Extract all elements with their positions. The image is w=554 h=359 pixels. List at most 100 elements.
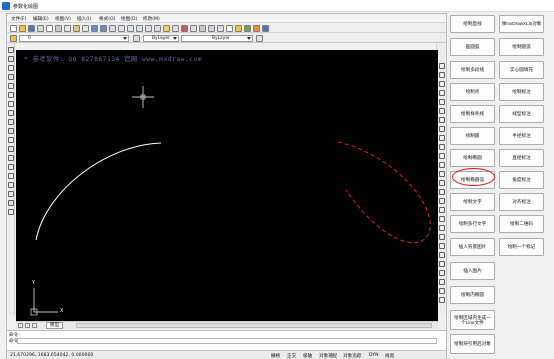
menu-modify[interactable]: 修改(M): [143, 16, 160, 22]
properties-icon[interactable]: [154, 24, 161, 32]
zoom-previous-icon[interactable]: [136, 24, 143, 32]
draw-ellipse-button[interactable]: 绘制椭圆: [450, 149, 495, 167]
move-icon[interactable]: [439, 108, 445, 114]
draw-arc-button[interactable]: 画圆弧: [450, 38, 495, 56]
rotate-icon[interactable]: [439, 117, 445, 123]
point-icon[interactable]: [8, 164, 14, 170]
layer-previous-icon[interactable]: [133, 34, 140, 42]
array-icon[interactable]: [439, 99, 445, 105]
erase-icon[interactable]: [439, 63, 445, 69]
zoom-extents-icon[interactable]: [145, 24, 152, 32]
draw-qrcode-button[interactable]: 绘制二维码: [499, 215, 544, 233]
extend-icon[interactable]: [439, 153, 445, 159]
status-grid[interactable]: 栅格: [271, 353, 280, 359]
draw-block-ref-button[interactable]: 绘制块引用后对象: [450, 334, 495, 354]
horizontal-scrollbar[interactable]: [76, 323, 432, 328]
join-icon[interactable]: [439, 171, 445, 177]
dim-edit-icon[interactable]: [439, 279, 445, 285]
red-dashed-ellipse-arc[interactable]: [337, 141, 431, 244]
help-icon[interactable]: [262, 24, 269, 32]
command-input[interactable]: [17, 338, 437, 344]
dim-style-icon[interactable]: [439, 288, 445, 294]
cut-icon[interactable]: [55, 24, 62, 32]
region-icon[interactable]: [8, 191, 14, 197]
diameter-dimension-button[interactable]: 直径标注: [499, 149, 544, 167]
draw-arc-2-button[interactable]: 绘制圆弧: [499, 38, 544, 56]
status-osnap[interactable]: 对象捕捉: [319, 353, 337, 359]
status-otrack[interactable]: 对象追踪: [343, 353, 361, 359]
preview-icon[interactable]: [46, 24, 53, 32]
draw-dimension-button[interactable]: 绘制标注: [499, 83, 544, 101]
aligned-dimension-button[interactable]: 对齐标注: [499, 193, 544, 211]
match-icon[interactable]: [82, 24, 89, 32]
solid-circle-fill-button[interactable]: 实心圆填充: [499, 61, 544, 79]
draw-mtext-button[interactable]: 绘制多行文字: [450, 215, 495, 233]
block-icon[interactable]: [244, 24, 251, 32]
white-arc[interactable]: [35, 142, 162, 241]
fillet-icon[interactable]: [439, 189, 445, 195]
mxdraw-object-button[interactable]: 弹mxDrawXLib对象: [499, 15, 544, 33]
ellipse-icon[interactable]: [8, 128, 14, 134]
circle-icon[interactable]: [8, 101, 14, 107]
draw-region-line-file-button[interactable]: 绘制区域内生成一个Line文件: [450, 310, 495, 330]
leader-icon[interactable]: [439, 252, 445, 258]
color-select[interactable]: ByLayer: [143, 34, 179, 42]
redo-icon[interactable]: [100, 24, 107, 32]
insert-image-button[interactable]: 插入图片: [450, 262, 495, 280]
named-views-icon[interactable]: [217, 24, 224, 32]
dim-aligned-icon[interactable]: [439, 216, 445, 222]
undo-icon[interactable]: [91, 24, 98, 32]
orbit-icon[interactable]: [208, 24, 215, 32]
insert-block-icon[interactable]: [8, 146, 14, 152]
make-block-icon[interactable]: [8, 155, 14, 161]
layer-manager-icon[interactable]: [10, 34, 17, 42]
multiline-text-icon[interactable]: [8, 209, 14, 215]
status-ortho[interactable]: 正交: [287, 353, 296, 359]
print-icon[interactable]: [37, 24, 44, 32]
draw-marker-button[interactable]: 绘制一个标记: [499, 238, 544, 256]
pan-icon[interactable]: [109, 24, 116, 32]
paste-icon[interactable]: [73, 24, 80, 32]
tab-prev-icon[interactable]: [25, 323, 30, 328]
angular-dimension-button[interactable]: 角度标注: [499, 171, 544, 189]
offset-icon[interactable]: [439, 90, 445, 96]
chamfer-icon[interactable]: [439, 180, 445, 186]
construction-line-icon[interactable]: [8, 56, 14, 62]
draw-polyline-button[interactable]: 绘制多段线: [450, 61, 495, 79]
status-dyn[interactable]: DYN: [369, 353, 379, 358]
linetype-select[interactable]: ByLayer: [181, 34, 253, 42]
draw-circle-button[interactable]: 绘制圆: [450, 127, 495, 145]
mirror-icon[interactable]: [439, 81, 445, 87]
scale-icon[interactable]: [439, 126, 445, 132]
status-lineweight[interactable]: 线宽: [385, 353, 394, 359]
table-icon[interactable]: [8, 200, 14, 206]
dim-linear-icon[interactable]: [439, 207, 445, 213]
line-icon[interactable]: [8, 47, 14, 53]
linear-dimension-button[interactable]: 线型标注: [499, 105, 544, 123]
render-icon[interactable]: [226, 24, 233, 32]
dim-diameter-icon[interactable]: [439, 234, 445, 240]
tolerance-icon[interactable]: [439, 261, 445, 267]
drawing-canvas[interactable]: * 参考软件: QQ 827867134 官网 www.mxdraw.com Y…: [16, 50, 438, 321]
draw-inner-ellipse-button[interactable]: 绘制内椭圆: [450, 286, 495, 304]
zoom-realtime-icon[interactable]: [118, 24, 125, 32]
copy-icon[interactable]: [64, 24, 71, 32]
stretch-icon[interactable]: [439, 135, 445, 141]
dim-update-icon[interactable]: [439, 297, 445, 303]
menu-draw[interactable]: 绘图(D): [121, 16, 137, 22]
design-center-icon[interactable]: [163, 24, 170, 32]
tab-next-icon[interactable]: [32, 323, 37, 328]
draw-ellipse-arc-button[interactable]: 绘制椭圆弧: [450, 171, 495, 189]
new-file-icon[interactable]: [10, 24, 17, 32]
radius-dimension-button[interactable]: 半径标注: [499, 127, 544, 145]
tab-first-icon[interactable]: [18, 323, 23, 328]
draw-line-button[interactable]: 绘制直线: [450, 15, 495, 33]
dim-radius-icon[interactable]: [439, 225, 445, 231]
layer-select[interactable]: 0: [19, 34, 129, 42]
tab-model[interactable]: 模型: [46, 322, 64, 329]
layer-tool-icon[interactable]: [181, 24, 188, 32]
draw-text-button[interactable]: 绘制文字: [450, 193, 495, 211]
hatch-pattern-icon[interactable]: [8, 173, 14, 179]
revision-cloud-icon[interactable]: [8, 110, 14, 116]
regen-icon[interactable]: [199, 24, 206, 32]
